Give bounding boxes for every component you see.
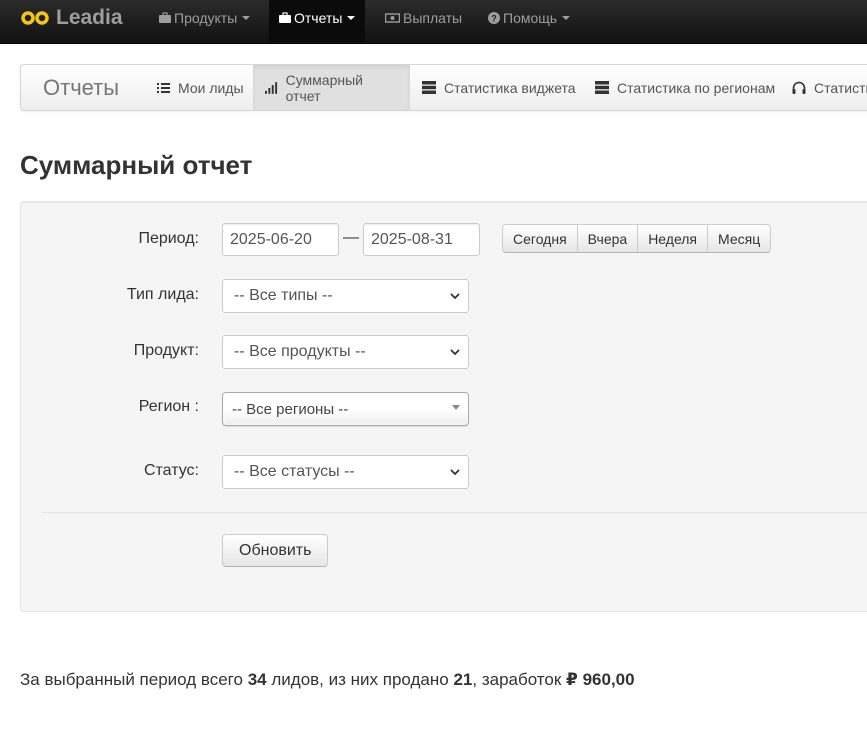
product-select[interactable]: -- Все продукты --	[222, 335, 469, 369]
lead-type-value: -- Все типы --	[234, 287, 333, 304]
subnav-item-label: Мои лиды	[178, 79, 244, 96]
server-icon	[422, 81, 436, 94]
yesterday-button[interactable]: Вчера	[576, 224, 639, 253]
total-leads-count: 34	[247, 670, 267, 689]
list-icon	[157, 82, 170, 93]
subnav-item-label: Статисти	[814, 79, 867, 96]
infinity-logo-icon	[21, 11, 49, 25]
subnav-item-label: Статистика по регионам	[617, 79, 776, 96]
summary-prefix: За выбранный период всего	[20, 670, 243, 689]
svg-text:?: ?	[491, 13, 497, 23]
subnav-item-stats-more[interactable]: Статисти	[780, 65, 867, 110]
week-button[interactable]: Неделя	[637, 224, 709, 253]
brand-link[interactable]: Leadia	[20, 0, 123, 36]
brand-name: Leadia	[56, 6, 123, 29]
nav-item-products[interactable]: Продукты	[149, 0, 260, 36]
chevron-down-icon	[450, 349, 460, 356]
signal-bars-icon	[265, 81, 278, 94]
lead-type-label: Тип лида:	[126, 286, 199, 303]
update-button[interactable]: Обновить	[222, 534, 329, 567]
product-label: Продукт:	[133, 342, 199, 359]
region-select[interactable]: -- Все регионы --	[222, 392, 469, 426]
top-navbar: Leadia Продукты Отчеты Выплаты ? Помощь	[0, 0, 867, 44]
money-icon	[385, 13, 400, 23]
page-title: Суммарный отчет	[20, 150, 253, 180]
reports-subnav: Отчеты Мои лиды Суммарный отчет Статисти…	[20, 64, 867, 111]
subnav-title: Отчеты	[43, 74, 120, 100]
sold-leads-count: 21	[453, 670, 473, 689]
subnav-item-label: Статистика виджета	[444, 79, 576, 96]
caret-down-icon	[347, 16, 356, 20]
summary-middle: лидов, из них продано	[271, 670, 449, 689]
question-circle-icon: ?	[488, 12, 500, 24]
nav-item-payouts[interactable]: Выплаты	[375, 0, 472, 36]
subnav-item-region-stats[interactable]: Статистика по регионам	[583, 65, 787, 110]
headphones-icon	[792, 81, 806, 94]
date-separator: —	[343, 229, 359, 246]
form-divider	[42, 512, 867, 513]
nav-item-help[interactable]: ? Помощь	[478, 0, 580, 36]
chevron-down-icon	[450, 469, 460, 476]
product-value: -- Все продукты --	[234, 343, 366, 360]
today-button[interactable]: Сегодня	[502, 224, 578, 253]
triangle-down-icon	[452, 405, 460, 410]
subnav-item-widget-stats[interactable]: Статистика виджета	[410, 65, 588, 110]
nav-item-label: Выплаты	[403, 10, 463, 26]
subnav-item-label: Суммарный отчет	[285, 71, 363, 104]
region-label: Регион :	[138, 398, 199, 415]
subnav-item-summary-report[interactable]: Суммарный отчет	[253, 65, 410, 110]
date-from-input[interactable]	[222, 223, 339, 256]
lead-type-select[interactable]: -- Все типы --	[222, 279, 469, 313]
status-select[interactable]: -- Все статусы --	[222, 455, 469, 489]
date-to-input[interactable]	[363, 223, 480, 256]
quick-range-button-group: Сегодня Вчера Неделя Месяц	[502, 224, 772, 253]
chevron-down-icon	[450, 293, 460, 300]
status-label: Статус:	[143, 462, 199, 479]
nav-item-label: Отчеты	[294, 10, 343, 26]
briefcase-icon	[279, 12, 291, 23]
subnav-item-my-leads[interactable]: Мои лиды	[145, 65, 256, 110]
caret-down-icon	[242, 16, 251, 20]
status-value: -- Все статусы --	[234, 463, 355, 480]
nav-item-reports[interactable]: Отчеты	[269, 0, 366, 42]
nav-item-label: Продукты	[174, 10, 238, 26]
summary-text: За выбранный период всего 34 лидов, из н…	[20, 670, 635, 690]
server-icon	[595, 81, 609, 94]
nav-item-label: Помощь	[503, 10, 558, 26]
period-label: Период:	[138, 230, 199, 247]
region-value: -- Все регионы --	[232, 400, 349, 418]
caret-down-icon	[562, 16, 571, 20]
month-button[interactable]: Месяц	[707, 224, 772, 253]
earnings-prefix: , заработок	[472, 670, 562, 689]
briefcase-icon	[159, 12, 171, 23]
earnings-amount: ₽ 960,00	[566, 670, 635, 689]
